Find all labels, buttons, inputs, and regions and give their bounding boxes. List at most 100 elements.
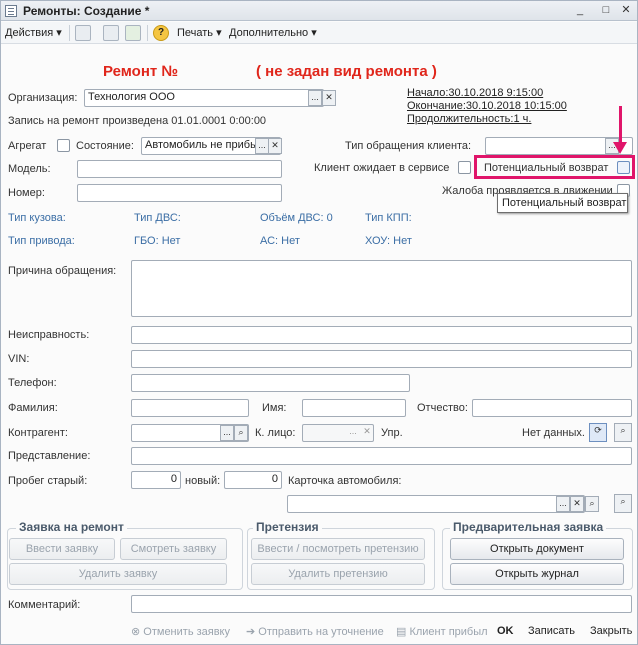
close-button[interactable]: Закрыть: [590, 625, 632, 637]
mileage-new-input[interactable]: 0: [224, 471, 282, 489]
state-clear-button[interactable]: ✕: [268, 138, 282, 154]
repair-kind: ( не задан вид ремонта ): [256, 63, 437, 80]
car-card-input[interactable]: [287, 495, 585, 513]
send-clarify-label: Отправить на уточнение: [258, 626, 384, 638]
body-type: Тип кузова:: [8, 212, 66, 224]
org-input[interactable]: Технология ООО: [84, 89, 324, 107]
save-button[interactable]: Записать: [528, 625, 575, 637]
nodata-label: Нет данных.: [522, 427, 585, 439]
window: Ремонты: Создание * _ □ ✕ Действия ▾ ? П…: [0, 0, 638, 645]
delete-request-button[interactable]: Удалить заявку: [9, 563, 227, 585]
engine-volume: Объём ДВС: 0: [260, 212, 333, 224]
end-time: Окончание:30.10.2018 10:15:00: [407, 100, 567, 112]
representation-label: Представление:: [8, 450, 91, 462]
org-clear-button[interactable]: ✕: [322, 90, 336, 106]
client-arrived-button[interactable]: ▤ Клиент прибыл: [396, 625, 488, 638]
contact-clear-button[interactable]: ✕: [360, 425, 374, 441]
mileage-old-input[interactable]: 0: [131, 471, 181, 489]
model-label: Модель:: [8, 163, 51, 175]
duration: Продолжительность:1 ч.: [407, 113, 532, 125]
car-card-select-button[interactable]: ...: [556, 496, 570, 512]
toolbar-separator: [69, 25, 70, 41]
drive-type: Тип привода:: [8, 235, 75, 247]
toolbar-separator: [147, 25, 148, 41]
reason-textarea[interactable]: [131, 260, 632, 317]
toolbar: Действия ▾ ? Печать ▾ Дополнительно ▾: [1, 22, 637, 44]
claim-group-title: Претензия: [253, 520, 322, 534]
fault-input[interactable]: [131, 326, 632, 344]
lastname-label: Фамилия:: [8, 402, 58, 414]
post-icon[interactable]: [75, 25, 91, 41]
title-bar: Ремонты: Создание * _ □ ✕: [1, 1, 637, 21]
window-title: Ремонты: Создание *: [23, 4, 150, 18]
comment-input[interactable]: [131, 595, 632, 613]
car-card-clear-button[interactable]: ✕: [570, 496, 584, 512]
open-document-button[interactable]: Открыть документ: [450, 538, 624, 560]
contractor-search-icon[interactable]: ⌕: [234, 425, 248, 441]
firstname-input[interactable]: [302, 399, 406, 417]
search-icon[interactable]: ⌕: [614, 423, 632, 442]
fault-label: Неисправность:: [8, 329, 90, 341]
close-window-button[interactable]: ✕: [619, 4, 633, 18]
print-menu-label: Печать: [177, 27, 214, 39]
firstname-label: Имя:: [262, 402, 287, 414]
highlight-frame: [474, 155, 635, 179]
unit-label: Агрегат: [8, 140, 47, 152]
request-group-title: Заявка на ремонт: [16, 520, 127, 534]
actions-menu[interactable]: Действия ▾: [5, 26, 62, 39]
cancel-request-button[interactable]: ⊗ Отменить заявку: [131, 625, 230, 638]
reason-label: Причина обращения:: [8, 265, 117, 277]
bottom-bar: ⊗ Отменить заявку ➔ Отправить на уточнен…: [1, 622, 637, 644]
maximize-button[interactable]: □: [599, 4, 613, 18]
ok-button[interactable]: OK: [497, 625, 514, 637]
car-card-label: Карточка автомобиля:: [288, 475, 402, 487]
comment-label: Комментарий:: [8, 599, 81, 611]
request-type-label: Тип обращения клиента:: [345, 140, 472, 152]
minimize-button[interactable]: _: [573, 4, 587, 18]
contact-select-button[interactable]: ...: [346, 425, 360, 441]
cancel-request-label: Отменить заявку: [143, 626, 230, 638]
repair-title: Ремонт №: [103, 63, 179, 80]
client-waits-label: Клиент ожидает в сервисе: [314, 162, 450, 174]
client-arrived-label: Клиент прибыл: [409, 626, 488, 638]
send-clarify-button[interactable]: ➔ Отправить на уточнение: [246, 625, 384, 638]
number-input[interactable]: [77, 184, 282, 202]
mileage-new-label: новый:: [185, 475, 221, 487]
vin-input[interactable]: [131, 350, 632, 368]
state-select-button[interactable]: ...: [255, 138, 269, 154]
open-journal-button[interactable]: Открыть журнал: [450, 563, 624, 585]
form-icon: [5, 5, 17, 17]
pre-request-group-title: Предварительная заявка: [450, 520, 607, 534]
car-card-find-icon[interactable]: ⌕: [614, 494, 632, 513]
delete-claim-button[interactable]: Удалить претензию: [251, 563, 425, 585]
contractor-label: Контрагент:: [8, 427, 68, 439]
view-request-button[interactable]: Смотреть заявку: [120, 538, 227, 560]
representation-input[interactable]: [131, 447, 632, 465]
org-select-button[interactable]: ...: [308, 90, 322, 106]
number-label: Номер:: [8, 187, 45, 199]
hou: ХОУ: Нет: [365, 235, 412, 247]
more-menu[interactable]: Дополнительно ▾: [229, 26, 317, 39]
client-waits-checkbox[interactable]: [458, 161, 471, 174]
middlename-input[interactable]: [472, 399, 632, 417]
actions-menu-label: Действия: [5, 27, 54, 39]
lastname-input[interactable]: [131, 399, 249, 417]
enter-request-button[interactable]: Ввести заявку: [9, 538, 115, 560]
ac: АС: Нет: [260, 235, 300, 247]
contractor-select-button[interactable]: ...: [220, 425, 234, 441]
phone-input[interactable]: [131, 374, 410, 392]
car-card-search-icon[interactable]: ⌕: [585, 496, 599, 512]
copy-icon[interactable]: [103, 25, 119, 41]
enter-claim-button[interactable]: Ввести / посмотреть претензию: [251, 538, 425, 560]
start-time: Начало:30.10.2018 9:15:00: [407, 87, 544, 99]
unit-checkbox[interactable]: [57, 139, 70, 152]
refresh-icon[interactable]: ⟳: [589, 423, 607, 442]
model-input[interactable]: [77, 160, 282, 178]
engine-type: Тип ДВС:: [134, 212, 181, 224]
help-icon[interactable]: ?: [153, 25, 169, 41]
print-menu[interactable]: Печать ▾: [177, 26, 222, 39]
vin-label: VIN:: [8, 353, 30, 365]
add-document-icon[interactable]: [125, 25, 141, 41]
contact-label: К. лицо:: [255, 427, 296, 439]
gearbox-type: Тип КПП:: [365, 212, 412, 224]
